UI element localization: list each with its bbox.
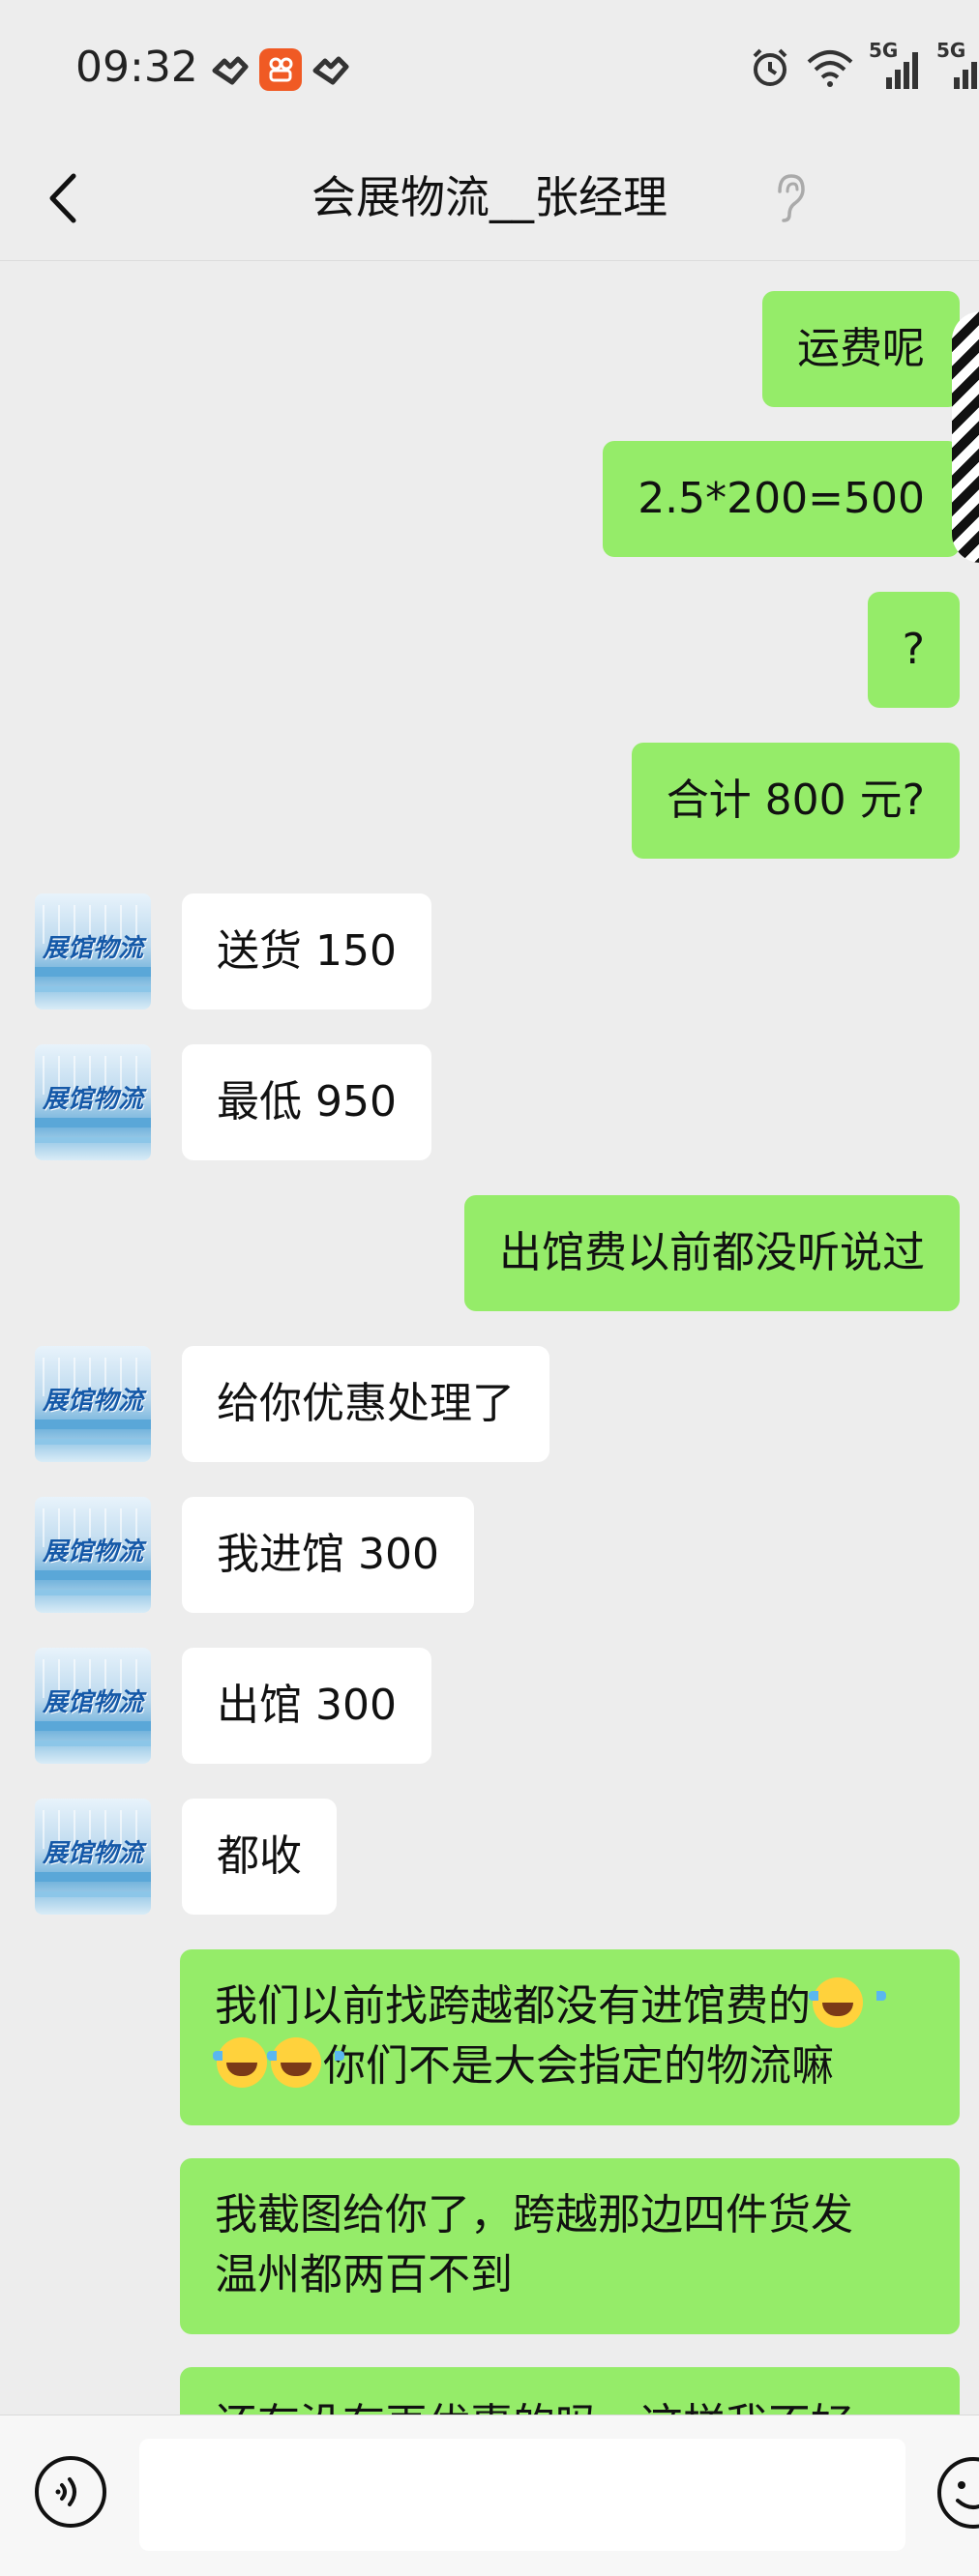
contact-avatar[interactable]: 展馆物流: [35, 1044, 151, 1160]
contact-avatar[interactable]: 展馆物流: [35, 893, 151, 1010]
status-left-icons: [211, 48, 350, 91]
message-text: 温州都两百不到: [215, 2250, 513, 2299]
message-bubble-outgoing[interactable]: 还有没有再优惠的吗，这样我不好: [180, 2367, 960, 2415]
avatar-label: 展馆物流: [42, 1839, 143, 1868]
tears-of-joy-emoji-icon: [267, 2037, 344, 2088]
avatar-label: 展馆物流: [42, 1387, 143, 1416]
message-bubble-outgoing[interactable]: 2.5*200=500: [603, 441, 960, 557]
emoji-picker-icon[interactable]: [934, 2454, 979, 2532]
tears-of-joy-emoji-icon: [809, 1977, 886, 2028]
status-bar: 09:32 5G 5G: [0, 0, 979, 135]
alarm-icon: [753, 48, 787, 86]
message-text: 我们以前找跨越都没有进馆费的: [215, 1981, 811, 2031]
earpiece-mode-icon: [778, 174, 805, 222]
status-time: 09:32: [75, 43, 198, 92]
avatar-label: 展馆物流: [42, 934, 143, 963]
tears-of-joy-emoji-icon: [213, 2037, 290, 2088]
message-list[interactable]: 运费呢 2.5*200=500 ? 合计 800 元? 展馆物流 送货 150 …: [0, 263, 979, 2415]
input-bar: [0, 2415, 979, 2576]
status-right-icons: 5G 5G: [749, 39, 979, 91]
chat-header: 会展物流__张经理: [0, 135, 979, 261]
avatar-label: 展馆物流: [42, 1085, 143, 1114]
message-bubble-incoming[interactable]: 都收: [182, 1799, 337, 1915]
wifi-icon: [807, 50, 853, 87]
message-bubble-outgoing[interactable]: 合计 800 元?: [631, 743, 960, 859]
signal-bars-icon: [954, 62, 977, 89]
signal-5g-2: 5G: [936, 39, 979, 91]
contact-avatar[interactable]: 展馆物流: [35, 1346, 151, 1462]
message-input[interactable]: [139, 2439, 905, 2551]
message-bubble-incoming[interactable]: 最低 950: [182, 1044, 431, 1160]
message-bubble-incoming[interactable]: 我进馆 300: [182, 1497, 474, 1613]
heart-check-icon: [212, 56, 249, 85]
floating-widget[interactable]: [952, 311, 979, 563]
message-bubble-outgoing[interactable]: 我截图给你了，跨越那边四件货发 温州都两百不到: [180, 2158, 960, 2334]
contact-avatar[interactable]: 展馆物流: [35, 1648, 151, 1764]
message-text: 你们不是大会指定的物流嘛: [323, 2041, 834, 2091]
message-bubble-outgoing[interactable]: 运费呢: [762, 291, 960, 407]
avatar-label: 展馆物流: [42, 1688, 143, 1717]
app-badge-icon: [259, 48, 302, 91]
chat-title[interactable]: 会展物流__张经理: [0, 162, 979, 226]
contact-avatar[interactable]: 展馆物流: [35, 1497, 151, 1613]
message-bubble-outgoing[interactable]: 出馆费以前都没听说过: [464, 1195, 960, 1311]
message-text: 我截图给你了，跨越那边四件货发: [215, 2190, 853, 2239]
voice-input-icon[interactable]: [33, 2454, 108, 2530]
avatar-label: 展馆物流: [42, 1537, 143, 1566]
signal-5g-1: 5G: [869, 39, 923, 91]
signal-bars-icon: [886, 52, 918, 89]
message-bubble-incoming[interactable]: 给你优惠处理了: [182, 1346, 549, 1462]
message-bubble-outgoing[interactable]: 我们以前找跨越都没有进馆费的你们不是大会指定的物流嘛: [180, 1949, 960, 2125]
heart-check-icon: [312, 56, 349, 85]
message-bubble-outgoing[interactable]: ?: [867, 592, 960, 708]
message-bubble-incoming[interactable]: 出馆 300: [182, 1648, 431, 1764]
message-bubble-incoming[interactable]: 送货 150: [182, 893, 431, 1010]
contact-avatar[interactable]: 展馆物流: [35, 1799, 151, 1915]
